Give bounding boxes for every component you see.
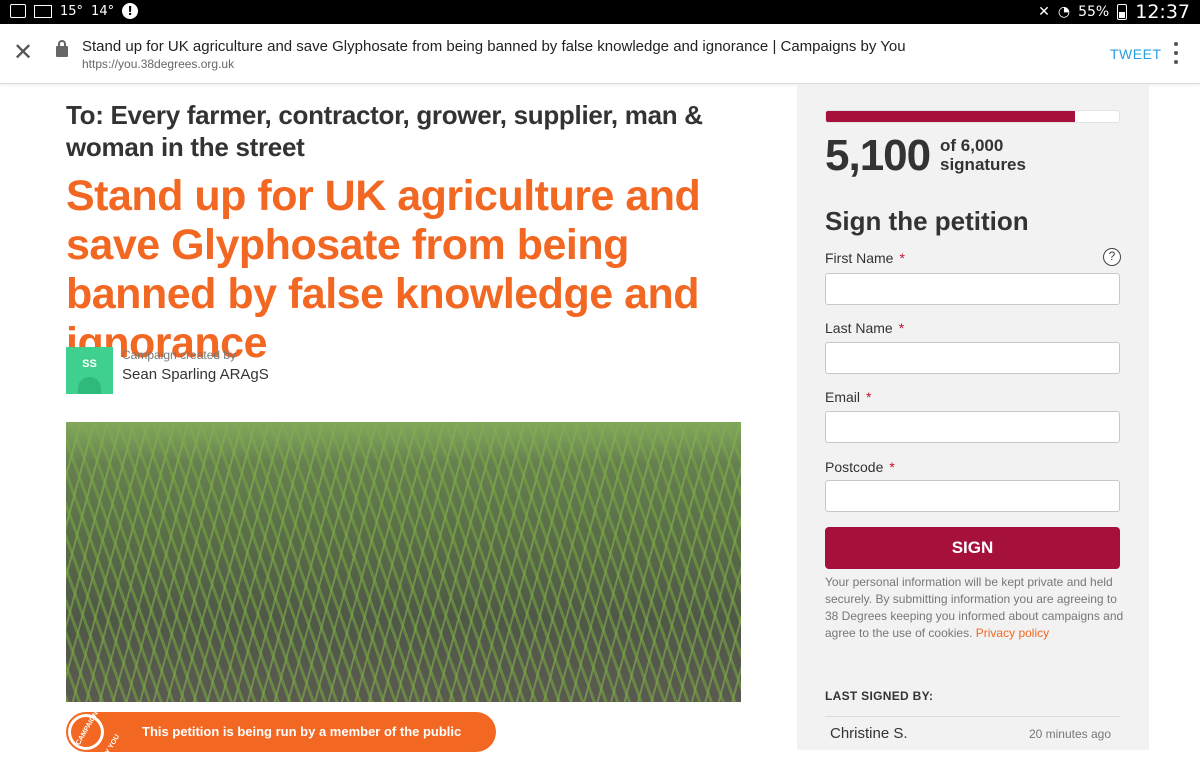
avatar-person-icon <box>78 377 101 394</box>
signature-goal: of 6,000 signatures <box>940 136 1026 174</box>
page-title: Stand up for UK agriculture and save Gly… <box>82 38 906 55</box>
petition-image <box>66 422 741 702</box>
last-name-label: Last Name * <box>825 320 905 336</box>
first-name-field[interactable] <box>825 273 1120 305</box>
sign-button[interactable]: SIGN <box>825 527 1120 569</box>
petition-recipient: To: Every farmer, contractor, grower, su… <box>66 100 703 162</box>
privacy-notice: Your personal information will be kept p… <box>825 575 1124 640</box>
page-url: https://you.38degrees.org.uk <box>82 57 235 71</box>
status-bar: 15° 14° ! ✕ ◔ 55% 12:37 <box>0 0 1200 24</box>
banner-text: This petition is being run by a member o… <box>142 724 462 739</box>
battery-percent: 55% <box>1078 4 1110 20</box>
signature-progress-bar <box>825 110 1120 123</box>
email-field[interactable] <box>825 411 1120 443</box>
avatar[interactable]: SS <box>66 347 113 394</box>
wifi-icon: ◔ <box>1057 4 1071 20</box>
close-icon[interactable]: ✕ <box>12 40 34 64</box>
sign-sidebar: 5,100 of 6,000 signatures Sign the petit… <box>797 84 1149 750</box>
last-signed-heading: LAST SIGNED BY: <box>825 689 934 703</box>
privacy-policy-link[interactable]: Privacy policy <box>976 626 1049 640</box>
signer-name: Christine S. <box>830 725 908 742</box>
mail-icon <box>34 4 52 18</box>
gallery-icon <box>10 4 26 18</box>
help-icon[interactable]: ? <box>1103 248 1121 266</box>
avatar-initials: SS <box>82 358 97 370</box>
clock: 12:37 <box>1135 1 1190 23</box>
creator-label: Campaign created by <box>122 348 237 362</box>
signature-count: 5,100 <box>825 131 931 180</box>
email-label: Email * <box>825 389 872 405</box>
list-item: Christine S. 20 minutes ago <box>825 716 1120 750</box>
custom-tab-toolbar: ✕ Stand up for UK agriculture and save G… <box>0 24 1200 84</box>
campaigns-by-you-logo: CAMPAIGNS BY YOU <box>65 706 121 760</box>
alert-icon: ! <box>122 3 139 19</box>
temperature-1: 15° <box>60 3 84 19</box>
petition-title: Stand up for UK agriculture and save Gly… <box>66 172 701 367</box>
signature-progress-fill <box>826 111 1076 122</box>
last-name-field[interactable] <box>825 342 1120 374</box>
lock-icon[interactable] <box>56 40 68 57</box>
tweet-button[interactable]: TWEET <box>1110 46 1162 62</box>
creator-name[interactable]: Sean Sparling ARAgS <box>122 366 269 383</box>
sign-petition-heading: Sign the petition <box>825 206 1029 236</box>
postcode-field[interactable] <box>825 480 1120 512</box>
first-name-label: First Name * <box>825 250 905 266</box>
postcode-label: Postcode * <box>825 459 895 475</box>
mute-icon: ✕ <box>1038 4 1050 20</box>
temperature-2: 14° <box>91 3 115 19</box>
overflow-menu-icon[interactable] <box>1172 42 1180 64</box>
battery-icon <box>1117 4 1128 20</box>
signer-time: 20 minutes ago <box>1028 727 1111 741</box>
campaigns-by-you-banner[interactable]: CAMPAIGNS BY YOU This petition is being … <box>65 706 496 760</box>
